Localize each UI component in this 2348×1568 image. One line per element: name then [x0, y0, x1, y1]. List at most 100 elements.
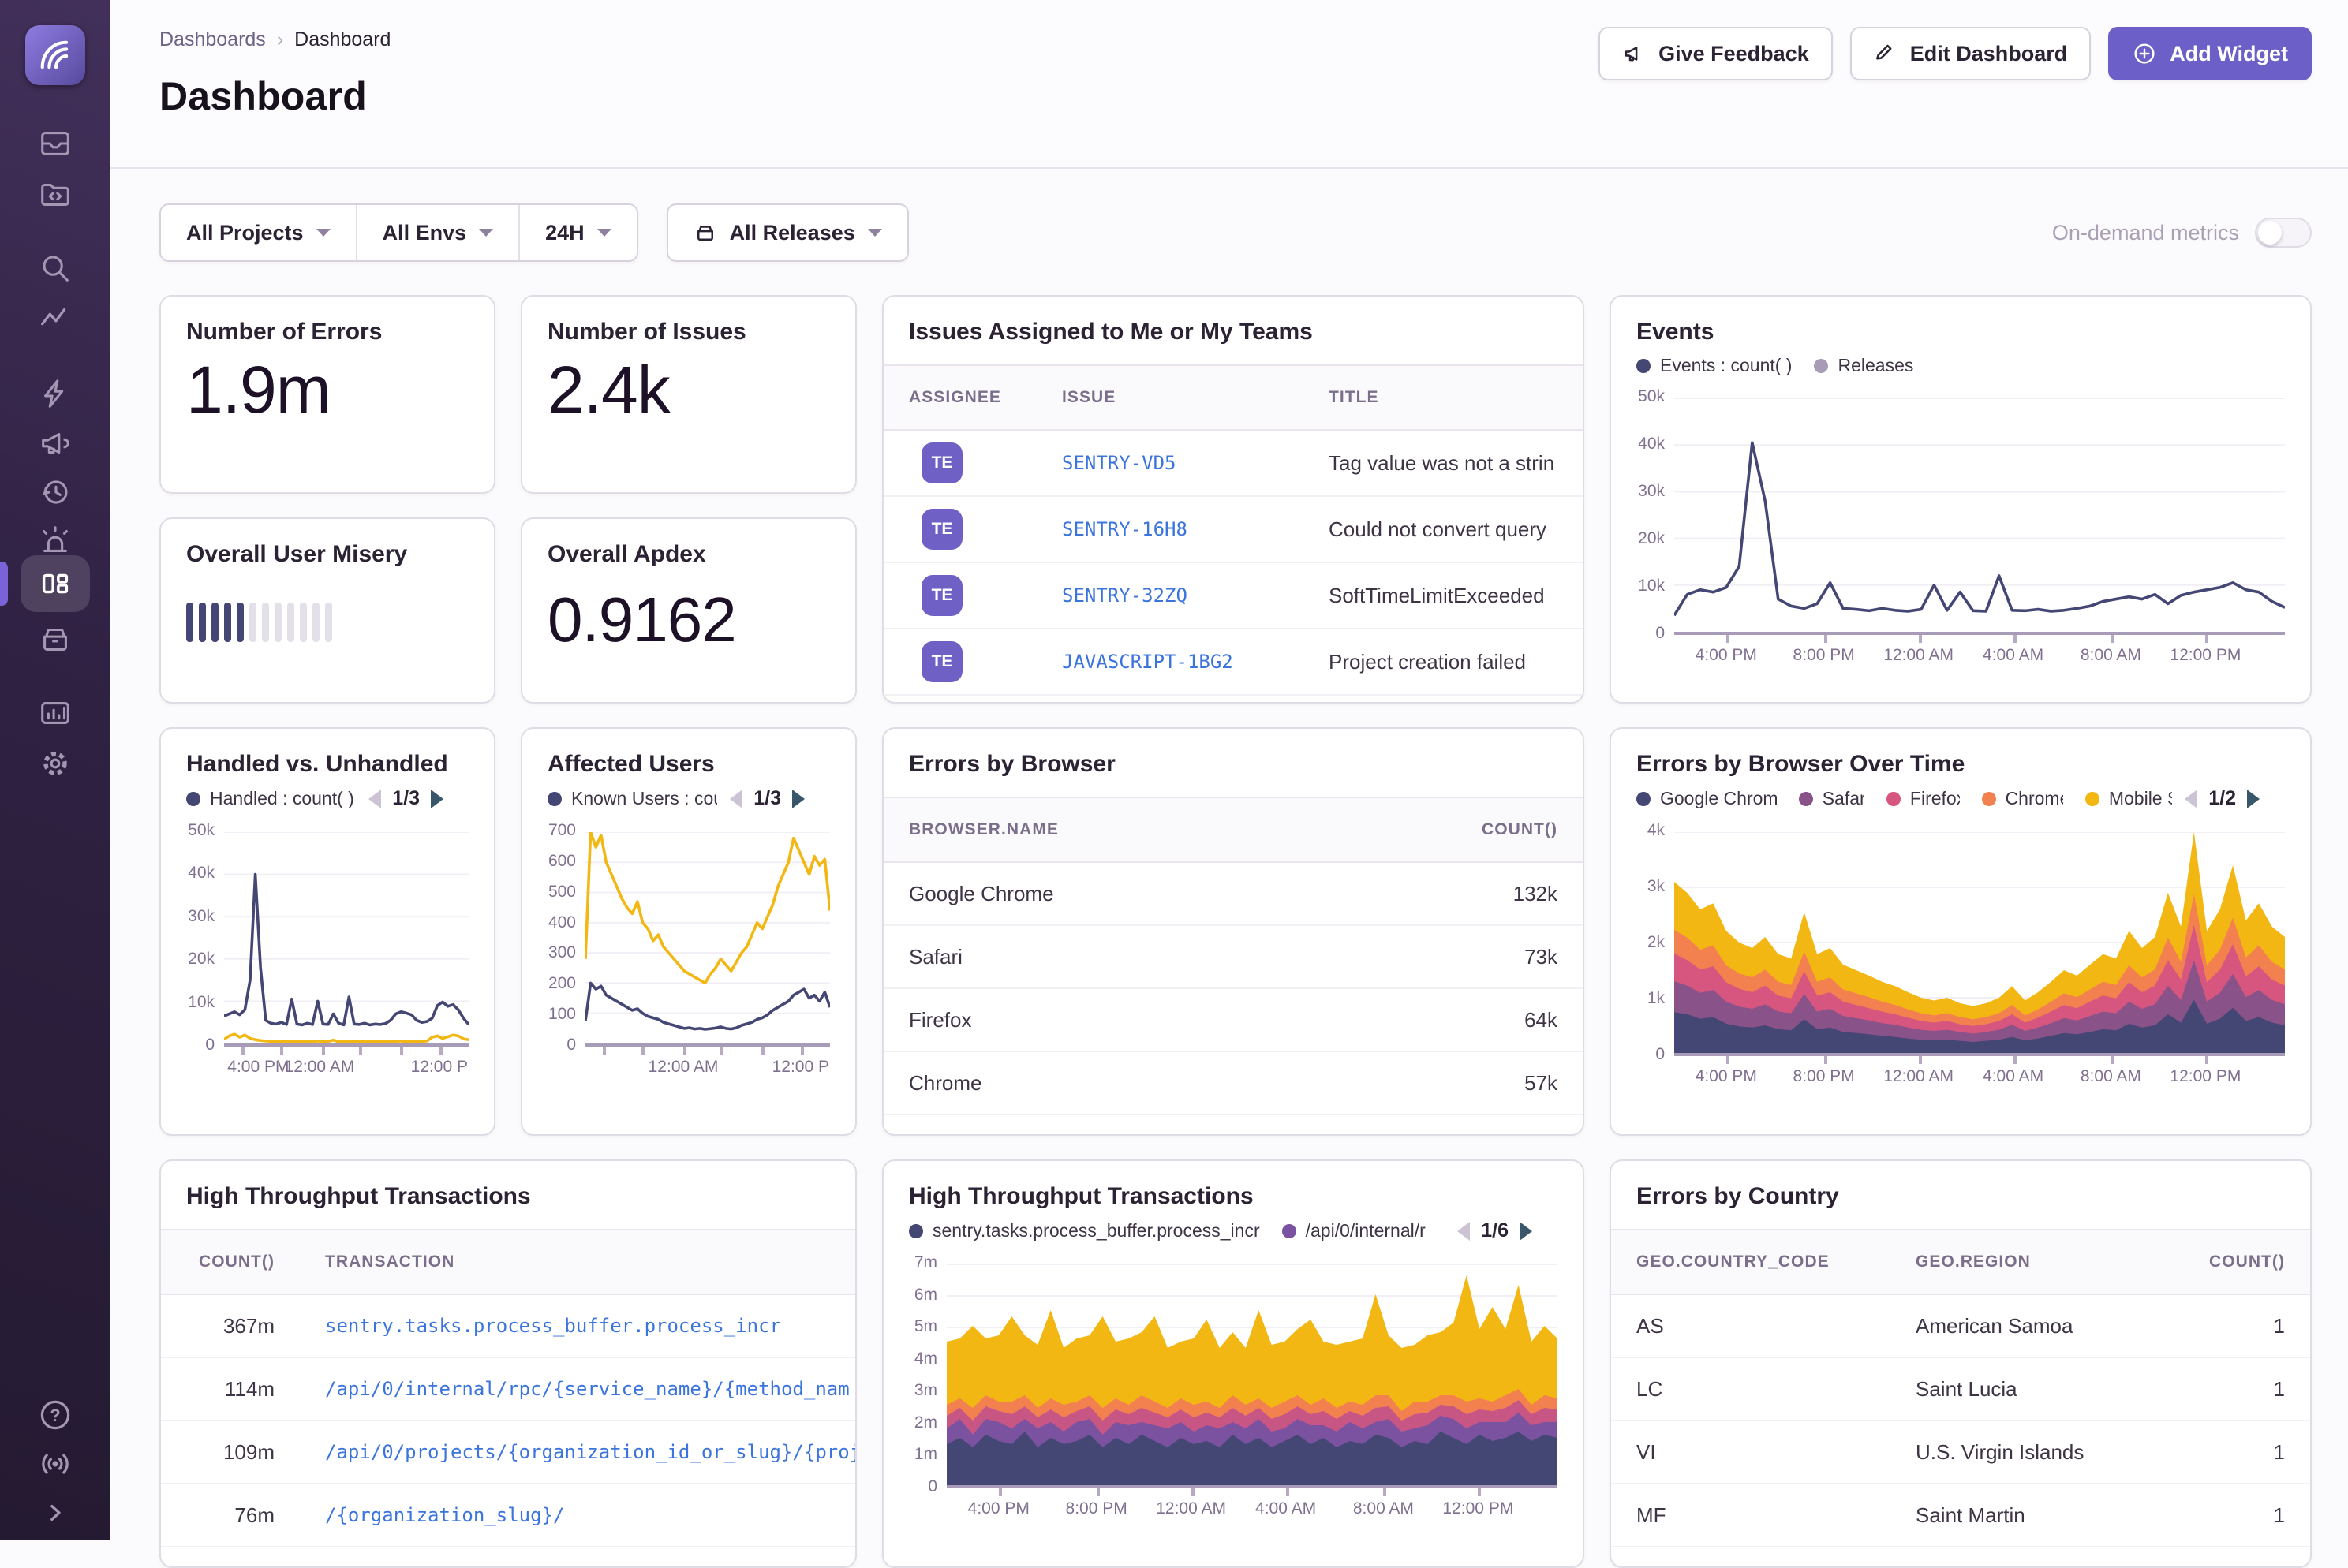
breadcrumb-dashboards[interactable]: Dashboards: [159, 28, 266, 51]
cell-issue[interactable]: SENTRY-VD5: [1037, 452, 1303, 474]
widget-overall-user-misery[interactable]: Overall User Misery: [159, 517, 495, 704]
sidebar-item-performance[interactable]: [32, 371, 79, 418]
edit-dashboard-button[interactable]: Edit Dashboard: [1849, 27, 2092, 80]
legend-item[interactable]: sentry.tasks.process_buffer.process_incr: [909, 1220, 1260, 1241]
column-header[interactable]: BROWSER.NAME: [884, 820, 1409, 839]
widget-errors-by-browser[interactable]: Errors by Browser BROWSER.NAME COUNT() Goo…: [882, 727, 1584, 1136]
legend-item[interactable]: /api/0/internal/r: [1281, 1220, 1426, 1241]
column-header[interactable]: GEO.REGION: [1890, 1253, 2168, 1271]
assignee-avatar[interactable]: TE: [922, 509, 963, 550]
y-axis-label: 300: [548, 943, 576, 962]
cell-code: AS: [1636, 1313, 1664, 1338]
add-widget-button[interactable]: Add Widget: [2108, 27, 2312, 80]
cell-name: Mobile Safari: [884, 1134, 1409, 1135]
date-range-filter[interactable]: 24H: [520, 205, 637, 260]
legend-item[interactable]: Firefox: [1886, 788, 1960, 809]
assignee-avatar[interactable]: TE: [922, 641, 963, 682]
widget-handled-vs-unhandled[interactable]: Handled vs. Unhandled Handled : count( )…: [159, 727, 495, 1136]
misery-bar: [237, 603, 244, 642]
sidebar-item-projects[interactable]: [32, 170, 79, 218]
column-header[interactable]: ASSIGNEE: [884, 388, 1037, 407]
environment-filter[interactable]: All Envs: [357, 205, 521, 260]
cell-count: 1: [2273, 1439, 2285, 1464]
sidebar-item-dashboards[interactable]: [21, 555, 90, 612]
assignee-avatar[interactable]: TE: [922, 442, 963, 483]
legend-item[interactable]: Releases: [1814, 355, 1913, 376]
breadcrumb-current: Dashboard: [294, 28, 391, 50]
cell-issue[interactable]: SENTRY-32ZQ: [1037, 584, 1303, 607]
edit-dashboard-label: Edit Dashboard: [1909, 41, 2068, 65]
legend-item[interactable]: Events : count( ): [1636, 355, 1792, 376]
cell-issue[interactable]: SENTRY-16H8: [1037, 518, 1303, 540]
column-header[interactable]: ISSUE: [1037, 388, 1303, 407]
column-header[interactable]: COUNT(): [1409, 820, 1583, 839]
legend-pagination: 1/3: [356, 787, 469, 810]
widget-high-throughput-table[interactable]: High Throughput Transactions COUNT() TRAN…: [159, 1159, 857, 1568]
widget-title: Number of Issues: [548, 319, 746, 345]
column-header[interactable]: COUNT(): [161, 1253, 300, 1271]
cell-issue[interactable]: JAVASCRIPT-1BG2: [1037, 651, 1303, 673]
x-axis-label: 8:00 PM: [1065, 1499, 1127, 1518]
give-feedback-button[interactable]: Give Feedback: [1598, 27, 1833, 80]
sentry-logo[interactable]: [25, 25, 85, 85]
sidebar-item-issues[interactable]: [32, 120, 79, 167]
cell-transaction[interactable]: sentry.tasks.process_buffer.process_incr: [300, 1315, 855, 1337]
releases-filter[interactable]: All Releases: [666, 203, 909, 262]
widget-high-throughput-chart[interactable]: High Throughput Transactions sentry.task…: [882, 1159, 1584, 1568]
widget-events[interactable]: Events Events : count( ) Releases 0 10k 20k…: [1610, 295, 2312, 704]
table-row: Mobile Safari38k: [884, 1115, 1583, 1135]
next-page-arrow[interactable]: [2247, 789, 2285, 808]
prev-page-arrow[interactable]: [1457, 1221, 1471, 1241]
legend-item[interactable]: Mobile S: [2084, 788, 2172, 809]
sidebar-item-help[interactable]: ?: [32, 1391, 79, 1439]
sidebar-item-replays[interactable]: [32, 469, 79, 516]
y-axis-label: 10k: [1638, 577, 1665, 595]
y-axis-label: 700: [548, 821, 576, 839]
search-icon: [43, 256, 69, 282]
legend-item[interactable]: Known Users : cour: [548, 788, 717, 809]
next-page-arrow[interactable]: [431, 789, 469, 808]
legend-item[interactable]: Handled : count( ): [186, 788, 354, 809]
y-axis-label: 40k: [188, 864, 215, 883]
sidebar-item-stats[interactable]: [32, 689, 79, 737]
widget-affected-users[interactable]: Affected Users Known Users : cour 1/3 0 1…: [521, 727, 857, 1136]
cell-transaction[interactable]: /api/0/projects/{organization_id_or_slug…: [300, 1441, 855, 1463]
assignee-avatar[interactable]: TE: [922, 575, 963, 616]
cell-title: Project creation failed: [1329, 649, 1527, 674]
cell-transaction[interactable]: /{organization_slug}/: [300, 1504, 855, 1526]
widget-issues-assigned[interactable]: Issues Assigned to Me or My Teams ASSIGN…: [882, 295, 1584, 704]
prev-page-arrow[interactable]: [730, 789, 743, 808]
column-header[interactable]: GEO.COUNTRY_CODE: [1611, 1253, 1890, 1271]
sidebar-collapse[interactable]: [32, 1489, 79, 1536]
widget-errors-by-country[interactable]: Errors by Country GEO.COUNTRY_CODE GEO.RE…: [1610, 1159, 2312, 1568]
legend-item[interactable]: Chrome: [1981, 788, 2063, 809]
widget-number-of-errors[interactable]: Number of Errors 1.9m: [159, 295, 495, 494]
misery-bar: [186, 603, 193, 642]
sidebar-item-settings[interactable]: [32, 740, 79, 787]
environment-filter-label: All Envs: [382, 220, 467, 245]
legend-item[interactable]: Google Chrome: [1636, 788, 1777, 809]
widget-overall-apdex[interactable]: Overall Apdex 0.9162: [521, 517, 857, 704]
widget-number-of-issues[interactable]: Number of Issues 2.4k: [521, 295, 857, 494]
on-demand-metrics-toggle[interactable]: [2255, 218, 2312, 248]
legend-item[interactable]: Safari: [1798, 788, 1864, 809]
sidebar-item-feedback[interactable]: [32, 420, 79, 467]
next-page-arrow[interactable]: [1520, 1221, 1557, 1241]
widget-title: Overall User Misery: [186, 541, 408, 567]
x-axis-tick: [2111, 635, 2114, 643]
column-header[interactable]: COUNT(): [2168, 1253, 2310, 1271]
sidebar-item-whats-new[interactable]: [32, 1440, 79, 1488]
cell-transaction[interactable]: /api/0/internal/rpc/{service_name}/{meth…: [300, 1378, 855, 1400]
sidebar-item-explore[interactable]: [32, 245, 79, 292]
column-header[interactable]: TRANSACTION: [300, 1253, 855, 1271]
sidebar-item-traces[interactable]: [32, 295, 79, 342]
prev-page-arrow[interactable]: [368, 789, 382, 808]
x-axis-tick: [1285, 1488, 1289, 1496]
sidebar-item-releases[interactable]: [32, 615, 79, 663]
widget-errors-by-browser-over-time[interactable]: Errors by Browser Over Time Google Chrom…: [1610, 727, 2312, 1136]
column-header[interactable]: TITLE: [1303, 388, 1583, 407]
prev-page-arrow[interactable]: [2185, 789, 2198, 808]
next-page-arrow[interactable]: [792, 789, 830, 808]
x-axis-tick: [439, 1047, 443, 1055]
project-filter[interactable]: All Projects: [161, 205, 357, 260]
